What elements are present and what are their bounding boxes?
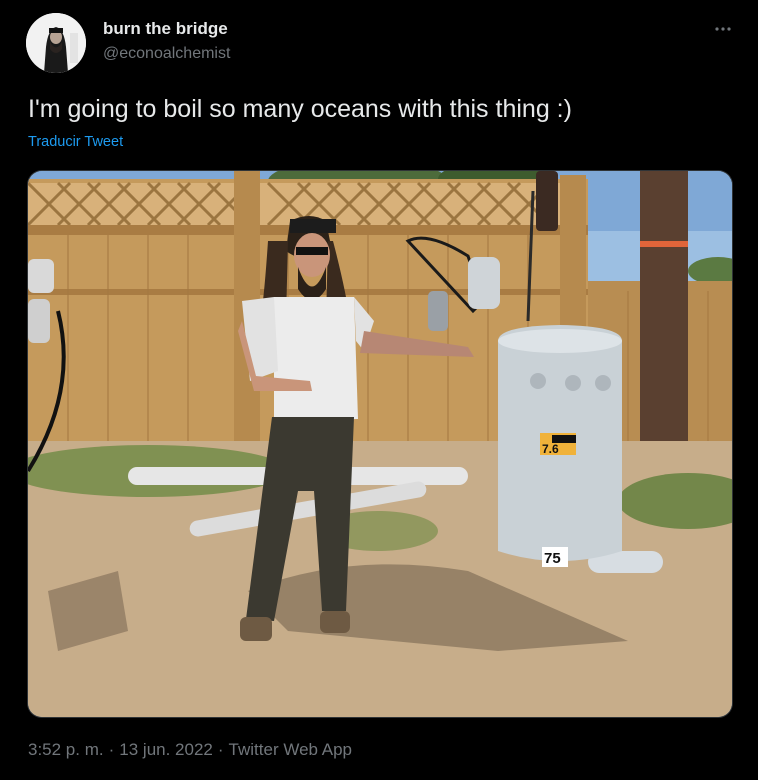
tweet-photo[interactable]: 7.6 75 bbox=[27, 170, 733, 718]
translate-tweet-link[interactable]: Traducir Tweet bbox=[28, 134, 123, 150]
tweet-date[interactable]: 13 jun. 2022 bbox=[119, 740, 213, 759]
avatar[interactable] bbox=[26, 13, 86, 73]
more-options-icon bbox=[715, 27, 731, 31]
tweet-meta: 3:52 p. m. · 13 jun. 2022 · Twitter Web App bbox=[28, 740, 352, 760]
tweet: burn the bridge @econoalchemist I'm goin… bbox=[0, 0, 758, 780]
author-display-name[interactable]: burn the bridge bbox=[103, 19, 228, 39]
user-avatar-icon bbox=[26, 13, 86, 73]
meta-separator-2: · bbox=[217, 740, 224, 759]
photo-image: 7.6 75 bbox=[28, 171, 732, 717]
meta-separator: · bbox=[108, 740, 115, 759]
more-options-button[interactable] bbox=[708, 14, 738, 44]
transformer-rating-label: 7.6 bbox=[542, 442, 559, 456]
tweet-time[interactable]: 3:52 p. m. bbox=[28, 740, 104, 759]
tweet-source[interactable]: Twitter Web App bbox=[229, 740, 352, 759]
tweet-text: I'm going to boil so many oceans with th… bbox=[28, 95, 572, 123]
transformer-number-label: 75 bbox=[544, 550, 561, 567]
author-handle[interactable]: @econoalchemist bbox=[103, 45, 230, 63]
